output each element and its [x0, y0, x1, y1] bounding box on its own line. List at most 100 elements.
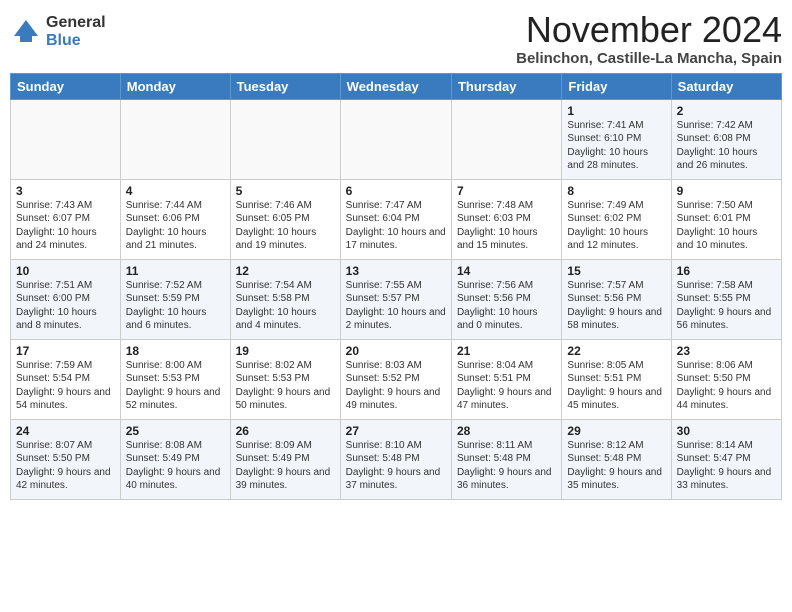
day-cell: 18 Sunrise: 8:00 AM Sunset: 5:53 PM Dayli… — [120, 339, 230, 419]
logo: General Blue — [10, 14, 106, 49]
header-monday: Monday — [120, 73, 230, 99]
location: Belinchon, Castille-La Mancha, Spain — [516, 50, 782, 67]
day-info: Sunrise: 7:49 AM Sunset: 6:02 PM Dayligh… — [567, 200, 648, 252]
day-cell — [340, 99, 451, 179]
logo-icon — [10, 16, 42, 48]
day-number: 4 — [126, 184, 225, 198]
day-cell: 17Sunrise: 7:59 AM Sunset: 5:54 PM Dayli… — [11, 339, 121, 419]
day-info: Sunrise: 7:56 AM Sunset: 5:56 PM Dayligh… — [457, 280, 538, 332]
day-number: 17 — [16, 344, 115, 358]
day-cell: 24Sunrise: 8:07 AM Sunset: 5:50 PM Dayli… — [11, 419, 121, 499]
week-row-3: 10 Sunrise: 7:51 AM Sunset: 6:00 PM Dayli… — [11, 259, 782, 339]
day-number: 29 — [567, 424, 665, 438]
day-cell: 13 Sunrise: 7:55 AM Sunset: 5:57 PM Dayli… — [340, 259, 451, 339]
day-number: 22 — [567, 344, 665, 358]
day-cell: 11 Sunrise: 7:52 AM Sunset: 5:59 PM Dayli… — [120, 259, 230, 339]
day-info: Sunrise: 7:58 AM Sunset: 5:55 PM Dayligh… — [677, 280, 772, 332]
day-cell: 7 Sunrise: 7:48 AM Sunset: 6:03 PM Daylig… — [451, 179, 561, 259]
day-number: 20 — [346, 344, 446, 358]
day-number: 1 — [567, 104, 665, 118]
day-info: Sunrise: 7:48 AM Sunset: 6:03 PM Dayligh… — [457, 200, 538, 252]
day-info: Sunrise: 8:00 AM Sunset: 5:53 PM Dayligh… — [126, 360, 221, 412]
day-number: 11 — [126, 264, 225, 278]
week-row-2: 3Sunrise: 7:43 AM Sunset: 6:07 PM Daylig… — [11, 179, 782, 259]
day-number: 26 — [236, 424, 335, 438]
day-cell: 23Sunrise: 8:06 AM Sunset: 5:50 PM Dayli… — [671, 339, 781, 419]
day-number: 5 — [236, 184, 335, 198]
day-number: 21 — [457, 344, 556, 358]
day-number: 24 — [16, 424, 115, 438]
day-number: 18 — [126, 344, 225, 358]
day-number: 16 — [677, 264, 776, 278]
day-number: 14 — [457, 264, 556, 278]
day-info: Sunrise: 8:11 AM Sunset: 5:48 PM Dayligh… — [457, 440, 552, 492]
calendar-body: 1Sunrise: 7:41 AM Sunset: 6:10 PM Daylig… — [11, 99, 782, 499]
day-cell: 10 Sunrise: 7:51 AM Sunset: 6:00 PM Dayli… — [11, 259, 121, 339]
day-cell: 20Sunrise: 8:03 AM Sunset: 5:52 PM Dayli… — [340, 339, 451, 419]
page-header: General Blue November 2024 Belinchon, Ca… — [10, 10, 782, 67]
header-wednesday: Wednesday — [340, 73, 451, 99]
header-friday: Friday — [562, 73, 671, 99]
logo-general: General — [46, 14, 106, 32]
day-cell: 1Sunrise: 7:41 AM Sunset: 6:10 PM Daylig… — [562, 99, 671, 179]
day-number: 6 — [346, 184, 446, 198]
month-title: November 2024 — [516, 10, 782, 50]
day-cell: 3Sunrise: 7:43 AM Sunset: 6:07 PM Daylig… — [11, 179, 121, 259]
day-info: Sunrise: 8:12 AM Sunset: 5:48 PM Dayligh… — [567, 440, 662, 492]
day-info: Sunrise: 7:51 AM Sunset: 6:00 PM Dayligh… — [16, 280, 97, 332]
day-number: 7 — [457, 184, 556, 198]
day-cell — [451, 99, 561, 179]
day-info: Sunrise: 8:02 AM Sunset: 5:53 PM Dayligh… — [236, 360, 331, 412]
day-info: Sunrise: 7:55 AM Sunset: 5:57 PM Dayligh… — [346, 280, 446, 332]
header-saturday: Saturday — [671, 73, 781, 99]
logo-text: General Blue — [46, 14, 106, 49]
title-area: November 2024 Belinchon, Castille-La Man… — [516, 10, 782, 67]
day-cell: 25Sunrise: 8:08 AM Sunset: 5:49 PM Dayli… — [120, 419, 230, 499]
day-cell: 2 Sunrise: 7:42 AM Sunset: 6:08 PM Daylig… — [671, 99, 781, 179]
day-cell: 19Sunrise: 8:02 AM Sunset: 5:53 PM Dayli… — [230, 339, 340, 419]
day-number: 15 — [567, 264, 665, 278]
day-number: 30 — [677, 424, 776, 438]
day-cell: 15 Sunrise: 7:57 AM Sunset: 5:56 PM Dayli… — [562, 259, 671, 339]
day-cell: 4 Sunrise: 7:44 AM Sunset: 6:06 PM Daylig… — [120, 179, 230, 259]
day-info: Sunrise: 7:52 AM Sunset: 5:59 PM Dayligh… — [126, 280, 207, 332]
week-row-5: 24Sunrise: 8:07 AM Sunset: 5:50 PM Dayli… — [11, 419, 782, 499]
day-cell: 27 Sunrise: 8:10 AM Sunset: 5:48 PM Dayli… — [340, 419, 451, 499]
day-cell: 6 Sunrise: 7:47 AM Sunset: 6:04 PM Daylig… — [340, 179, 451, 259]
header-row: SundayMondayTuesdayWednesdayThursdayFrid… — [11, 73, 782, 99]
day-info: Sunrise: 7:44 AM Sunset: 6:06 PM Dayligh… — [126, 200, 207, 252]
day-info: Sunrise: 7:42 AM Sunset: 6:08 PM Dayligh… — [677, 120, 758, 172]
day-cell: 16 Sunrise: 7:58 AM Sunset: 5:55 PM Dayli… — [671, 259, 781, 339]
day-info: Sunrise: 8:08 AM Sunset: 5:49 PM Dayligh… — [126, 440, 221, 492]
day-number: 23 — [677, 344, 776, 358]
header-tuesday: Tuesday — [230, 73, 340, 99]
day-cell: 29 Sunrise: 8:12 AM Sunset: 5:48 PM Dayli… — [562, 419, 671, 499]
day-number: 8 — [567, 184, 665, 198]
day-info: Sunrise: 7:47 AM Sunset: 6:04 PM Dayligh… — [346, 200, 446, 252]
day-info: Sunrise: 8:10 AM Sunset: 5:48 PM Dayligh… — [346, 440, 441, 492]
day-cell: 26 Sunrise: 8:09 AM Sunset: 5:49 PM Dayli… — [230, 419, 340, 499]
day-number: 13 — [346, 264, 446, 278]
day-number: 27 — [346, 424, 446, 438]
day-info: Sunrise: 7:54 AM Sunset: 5:58 PM Dayligh… — [236, 280, 317, 332]
day-number: 28 — [457, 424, 556, 438]
calendar-header: SundayMondayTuesdayWednesdayThursdayFrid… — [11, 73, 782, 99]
day-cell — [120, 99, 230, 179]
day-info: Sunrise: 7:57 AM Sunset: 5:56 PM Dayligh… — [567, 280, 662, 332]
day-cell: 5 Sunrise: 7:46 AM Sunset: 6:05 PM Daylig… — [230, 179, 340, 259]
day-number: 10 — [16, 264, 115, 278]
day-info: Sunrise: 7:50 AM Sunset: 6:01 PM Dayligh… — [677, 200, 758, 252]
day-cell — [230, 99, 340, 179]
day-cell: 9Sunrise: 7:50 AM Sunset: 6:01 PM Daylig… — [671, 179, 781, 259]
day-info: Sunrise: 7:43 AM Sunset: 6:07 PM Dayligh… — [16, 200, 97, 252]
header-thursday: Thursday — [451, 73, 561, 99]
day-info: Sunrise: 7:46 AM Sunset: 6:05 PM Dayligh… — [236, 200, 317, 252]
day-cell: 12Sunrise: 7:54 AM Sunset: 5:58 PM Dayli… — [230, 259, 340, 339]
day-info: Sunrise: 8:04 AM Sunset: 5:51 PM Dayligh… — [457, 360, 552, 412]
day-cell: 30Sunrise: 8:14 AM Sunset: 5:47 PM Dayli… — [671, 419, 781, 499]
day-info: Sunrise: 8:09 AM Sunset: 5:49 PM Dayligh… — [236, 440, 331, 492]
day-number: 2 — [677, 104, 776, 118]
calendar-table: SundayMondayTuesdayWednesdayThursdayFrid… — [10, 73, 782, 500]
header-sunday: Sunday — [11, 73, 121, 99]
day-cell — [11, 99, 121, 179]
